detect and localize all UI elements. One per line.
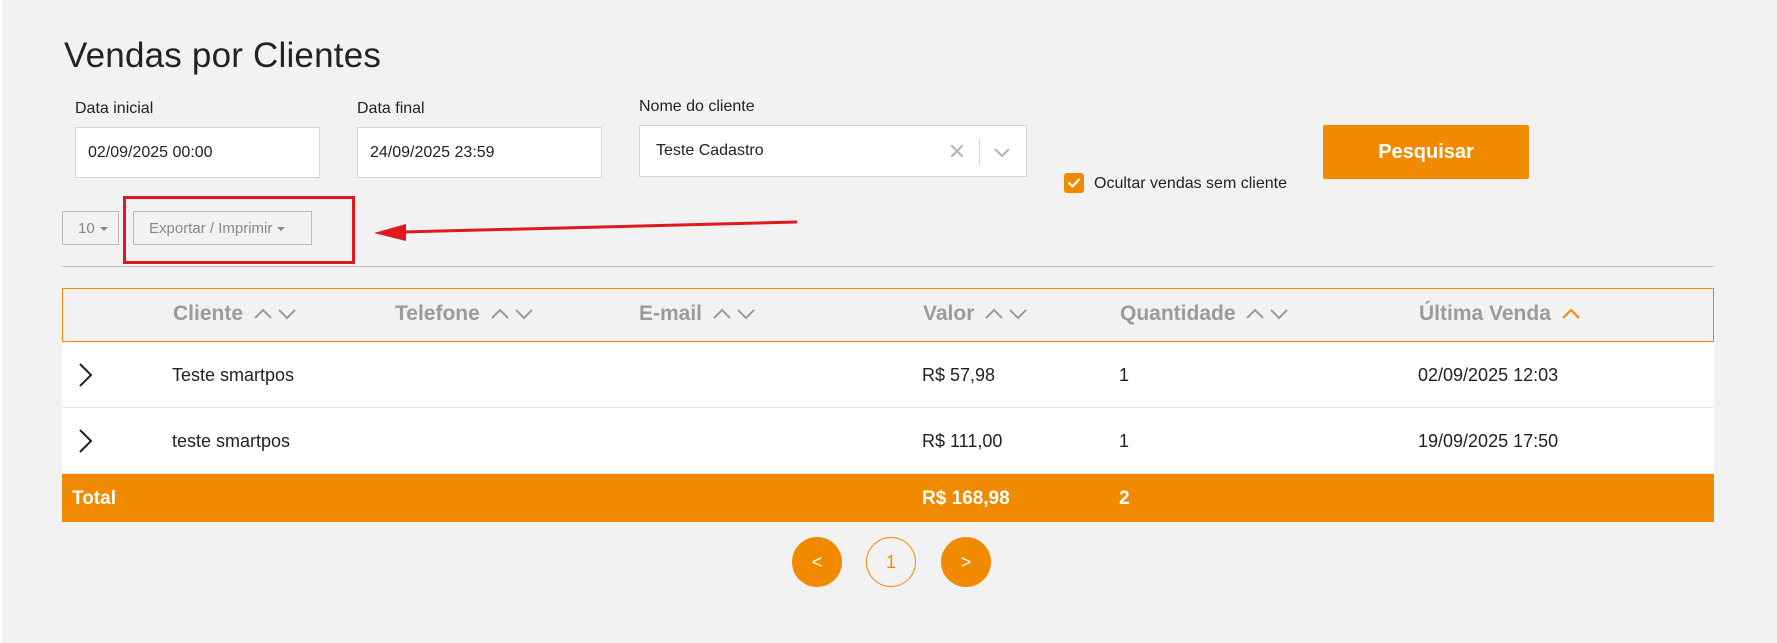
header-telefone-label: Telefone [395,302,480,325]
header-cliente[interactable]: Cliente [173,302,301,326]
table-row: Teste smartpos R$ 57,98 1 02/09/2025 12:… [62,342,1714,408]
page-title: Vendas por Clientes [64,36,382,75]
caret-down-icon [99,226,108,231]
client-name-select[interactable]: Teste Cadastro [639,125,1027,177]
page-size-dropdown[interactable]: 10 [62,211,119,245]
header-quantidade[interactable]: Quantidade [1120,302,1293,326]
chevron-down-icon[interactable] [990,140,1014,164]
sort-arrows-icon [1246,309,1289,320]
client-name-value: Teste Cadastro [656,142,764,159]
total-label: Total [72,488,116,509]
header-cliente-label: Cliente [173,302,244,325]
cell-cliente: Teste smartpos [172,365,295,385]
table-row: teste smartpos R$ 111,00 1 19/09/2025 17… [62,408,1714,474]
total-row: Total R$ 168,98 2 [62,474,1714,522]
total-valor: R$ 168,98 [922,488,1010,509]
header-ultima-venda-label: Última Venda [1419,302,1551,325]
cell-quantidade: 1 [1119,365,1130,385]
close-icon[interactable] [946,138,968,162]
annotation-arrow [374,220,798,241]
annotation-highlight-box [123,196,355,264]
cell-cliente: teste smartpos [172,431,291,451]
page-size-value: 10 [78,219,95,237]
chevron-right-icon[interactable] [74,360,96,390]
header-quantidade-label: Quantidade [1120,302,1236,325]
hide-no-client-checkbox[interactable] [1064,173,1084,193]
start-date-label: Data inicial [75,100,154,117]
search-button[interactable]: Pesquisar [1323,125,1529,179]
cell-valor: R$ 57,98 [922,365,996,385]
header-email-label: E-mail [639,302,703,325]
select-separator [979,139,980,165]
cell-quantidade: 1 [1119,431,1130,451]
table-header: Cliente Telefone E-mail Valor Quantidade… [62,288,1714,342]
cell-valor: R$ 111,00 [922,431,1003,451]
total-quantidade: 2 [1119,488,1130,509]
pagination-next-button[interactable]: > [941,537,991,587]
sort-arrows-icon [254,309,296,320]
client-name-label: Nome do cliente [639,98,755,115]
divider [62,266,1714,267]
pagination-page-1[interactable]: 1 [866,537,916,587]
cell-ultima-venda: 02/09/2025 12:03 [1418,365,1559,385]
sort-arrows-icon [490,309,533,320]
check-icon [1067,178,1081,188]
sales-table: Cliente Telefone E-mail Valor Quantidade… [62,288,1714,522]
sort-arrows-icon [713,309,755,320]
chevron-up-icon [1562,309,1580,320]
cell-ultima-venda: 19/09/2025 17:50 [1418,431,1559,451]
header-valor-label: Valor [923,302,975,325]
chevron-right-icon[interactable] [74,426,96,456]
pagination-prev-button[interactable]: < [792,537,842,587]
header-telefone[interactable]: Telefone [395,302,538,326]
report-panel: Vendas por Clientes Data inicial Data fi… [2,0,1777,643]
header-email[interactable]: E-mail [639,302,760,326]
hide-no-client-label[interactable]: Ocultar vendas sem cliente [1094,175,1287,193]
start-date-input[interactable] [75,127,320,178]
end-date-input[interactable] [357,127,602,178]
end-date-label: Data final [357,100,425,117]
header-valor[interactable]: Valor [923,302,1032,326]
header-ultima-venda[interactable]: Última Venda [1419,302,1585,326]
sort-arrows-icon [985,309,1027,320]
